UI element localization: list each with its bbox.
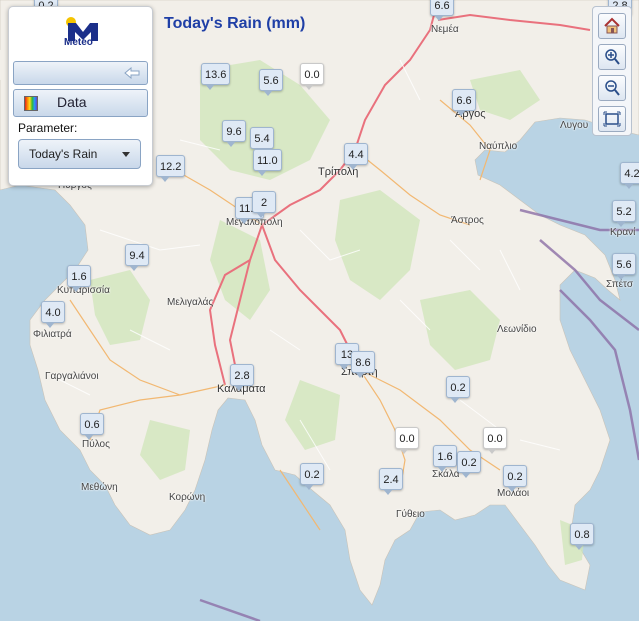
- rain-marker[interactable]: 5.2: [612, 200, 636, 227]
- rain-marker[interactable]: 0.2: [300, 463, 324, 490]
- rain-marker[interactable]: 0.0: [300, 63, 324, 90]
- zoom-extent-button[interactable]: [598, 106, 626, 132]
- collapse-arrow-icon: [124, 67, 140, 79]
- place-label-koroni: Κορώνη: [169, 492, 206, 503]
- place-label-methoni: Μεθώνη: [81, 482, 118, 493]
- control-panel: Meteo Data Parameter: Today's Rain: [8, 6, 153, 186]
- rain-marker[interactable]: 9.6: [222, 120, 246, 147]
- map-toolbar: [592, 6, 632, 136]
- rain-marker[interactable]: 12.2: [156, 155, 186, 182]
- color-scale-icon: [24, 96, 38, 111]
- place-label-astros: Άστρος: [451, 215, 484, 226]
- rain-marker[interactable]: 0.0: [395, 427, 419, 454]
- place-label-gargalianoi: Γαργαλιάνοι: [45, 371, 99, 382]
- rain-marker[interactable]: 0.2: [457, 451, 481, 478]
- rain-marker[interactable]: 11.0: [253, 149, 282, 176]
- rain-marker[interactable]: 2.8: [230, 364, 254, 391]
- place-label-meligalas: Μελιγαλάς: [167, 297, 214, 308]
- rain-marker[interactable]: 4.0: [41, 301, 65, 328]
- zoom-extent-icon: [603, 111, 621, 127]
- place-label-pylos: Πύλος: [82, 439, 110, 450]
- rain-marker[interactable]: 1.6: [433, 445, 457, 472]
- place-label-nemea: Νεμέα: [431, 24, 459, 35]
- rain-marker[interactable]: 4.2: [620, 162, 639, 189]
- home-button[interactable]: [598, 13, 626, 39]
- rain-marker[interactable]: 2: [252, 191, 276, 218]
- map-title: Today's Rain (mm): [164, 15, 306, 32]
- place-label-filiatra: Φιλιατρά: [33, 329, 72, 340]
- rain-marker[interactable]: 9.4: [125, 244, 149, 271]
- zoom-in-button[interactable]: [598, 44, 626, 70]
- zoom-out-button[interactable]: [598, 75, 626, 101]
- place-label-nafplio: Ναύπλιο: [479, 141, 518, 152]
- zoom-out-icon: [605, 80, 620, 96]
- rain-marker[interactable]: 4.4: [344, 143, 368, 170]
- home-icon: [604, 17, 620, 34]
- chevron-down-icon: [122, 152, 130, 157]
- rain-marker[interactable]: 5.6: [259, 69, 283, 96]
- place-label-spetses: Σπέτσ: [606, 279, 634, 290]
- zoom-in-icon: [605, 49, 620, 65]
- rain-marker[interactable]: 1.6: [67, 265, 91, 292]
- place-label-kranidi: Κρανί: [610, 227, 636, 238]
- data-button[interactable]: Data: [13, 89, 148, 117]
- place-label-leonidio: Λεωνίδιο: [497, 324, 537, 335]
- rain-marker[interactable]: 2.4: [379, 468, 403, 495]
- rain-marker[interactable]: 5.4: [250, 127, 274, 154]
- place-label-lygou: Λυγου: [560, 120, 589, 131]
- rain-marker[interactable]: 0.8: [570, 523, 594, 550]
- parameter-select[interactable]: Today's Rain: [18, 139, 141, 169]
- rain-marker[interactable]: 6.6: [430, 0, 454, 21]
- rain-marker[interactable]: 0.6: [80, 413, 104, 440]
- data-button-label: Data: [57, 94, 87, 110]
- rain-marker[interactable]: 0.2: [446, 376, 470, 403]
- parameter-selected-value: Today's Rain: [29, 147, 98, 161]
- rain-marker[interactable]: 0.0: [483, 427, 507, 454]
- collapse-panel-button[interactable]: [13, 61, 148, 85]
- parameter-label: Parameter:: [18, 121, 78, 135]
- rain-marker[interactable]: 13.6: [201, 63, 231, 90]
- logo-text: Meteo: [64, 37, 93, 48]
- place-label-gytheio: Γύθειο: [396, 509, 425, 520]
- rain-marker[interactable]: 5.6: [612, 253, 636, 280]
- rain-marker[interactable]: 0.2: [503, 465, 527, 492]
- rain-marker[interactable]: 8.6: [351, 351, 375, 378]
- rain-marker[interactable]: 6.6: [452, 89, 476, 116]
